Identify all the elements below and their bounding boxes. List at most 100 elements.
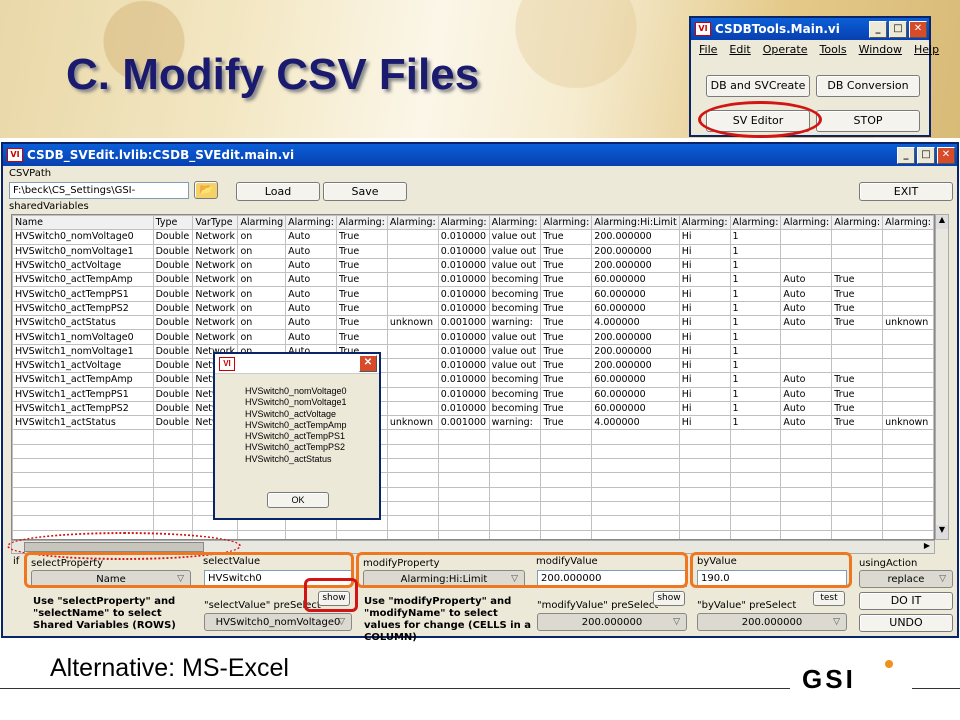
table-cell[interactable]: True xyxy=(336,272,388,288)
table-cell[interactable]: Auto xyxy=(285,329,337,345)
table-cell[interactable]: True xyxy=(540,357,593,374)
table-cell[interactable]: Auto xyxy=(285,300,337,317)
table-cell[interactable] xyxy=(12,515,154,531)
table-cell[interactable] xyxy=(488,443,542,460)
table-cell[interactable]: 4.000000 xyxy=(591,415,680,431)
close-icon[interactable]: ✕ xyxy=(937,146,955,164)
table-cell[interactable]: becoming xyxy=(488,300,542,317)
using-action-ring[interactable]: replace ▽ xyxy=(859,570,953,588)
table-cell[interactable] xyxy=(591,515,680,531)
table-cell[interactable] xyxy=(831,486,884,502)
table-cell[interactable]: 0.010000 xyxy=(437,400,490,417)
table-row[interactable]: HVSwitch1_actTempAmpDoubleNetworkonAutoT… xyxy=(12,372,934,388)
column-header[interactable]: Alarming: xyxy=(729,215,782,231)
table-cell[interactable]: Hi xyxy=(678,415,731,431)
table-cell[interactable] xyxy=(678,529,731,539)
table-cell[interactable]: 200.000000 xyxy=(591,243,680,259)
table-cell[interactable] xyxy=(831,243,884,259)
minimize-icon[interactable]: _ xyxy=(897,146,915,164)
menu-window[interactable]: Window xyxy=(859,43,902,56)
table-cell[interactable]: 1 xyxy=(729,343,782,359)
db-svcreate-button[interactable]: DB and SVCreate xyxy=(706,75,810,97)
maximize-icon[interactable]: □ xyxy=(889,20,907,38)
table-cell[interactable]: Auto xyxy=(285,243,337,259)
table-cell[interactable]: Auto xyxy=(285,229,337,245)
table-row[interactable] xyxy=(12,443,934,460)
table-cell[interactable] xyxy=(831,500,884,517)
table-cell[interactable] xyxy=(386,286,439,302)
table-cell[interactable] xyxy=(882,286,934,302)
table-cell[interactable]: warning: xyxy=(488,315,542,331)
table-cell[interactable]: unknown xyxy=(882,415,934,431)
table-cell[interactable] xyxy=(386,343,439,359)
table-cell[interactable] xyxy=(386,243,439,259)
table-cell[interactable]: on xyxy=(237,257,287,274)
column-header[interactable]: Type xyxy=(152,215,194,231)
save-button[interactable]: Save xyxy=(323,182,407,201)
table-cell[interactable]: Hi xyxy=(678,329,731,345)
table-cell[interactable] xyxy=(437,429,490,445)
table-cell[interactable] xyxy=(780,243,833,259)
table-row[interactable]: HVSwitch0_actVoltage Double Network on Auto T… xyxy=(12,257,934,274)
browse-folder-icon[interactable]: 📂 xyxy=(194,181,218,199)
table-cell[interactable] xyxy=(882,529,934,539)
table-cell[interactable] xyxy=(882,300,934,317)
table-cell[interactable]: True xyxy=(540,286,593,302)
column-header[interactable]: VarType xyxy=(192,215,239,231)
table-cell[interactable]: HVSwitch1_nomVoltage1 xyxy=(12,343,154,359)
table-cell[interactable] xyxy=(780,486,833,502)
table-cell[interactable]: HVSwitch0_actTempPS1 xyxy=(12,286,154,302)
table-cell[interactable] xyxy=(386,300,439,317)
table-cell[interactable] xyxy=(882,486,934,502)
table-cell[interactable]: warning: xyxy=(488,415,542,431)
table-row[interactable]: HVSwitch1_actTempPS2DoubleNetworkonAutoT… xyxy=(12,400,934,417)
table-cell[interactable]: Hi xyxy=(678,286,731,302)
table-cell[interactable]: 200.000000 xyxy=(591,257,680,274)
table-cell[interactable] xyxy=(780,515,833,531)
table-row[interactable]: HVSwitch0_nomVoltage0 Double Network on Auto… xyxy=(12,229,934,245)
table-cell[interactable] xyxy=(540,500,593,517)
table-cell[interactable]: Network xyxy=(192,243,239,259)
table-cell[interactable] xyxy=(780,458,833,474)
table-cell[interactable]: True xyxy=(831,315,884,331)
table-cell[interactable] xyxy=(780,500,833,517)
table-cell[interactable] xyxy=(591,529,680,539)
table-cell[interactable]: Network xyxy=(192,315,239,331)
modify-show-button[interactable]: show xyxy=(653,591,685,606)
table-cell[interactable]: Hi xyxy=(678,400,731,417)
table-cell[interactable]: 1 xyxy=(729,257,782,274)
table-cell[interactable]: True xyxy=(831,400,884,417)
table-cell[interactable] xyxy=(12,472,154,488)
table-cell[interactable]: True xyxy=(540,257,593,274)
table-cell[interactable]: Double xyxy=(152,386,194,402)
table-cell[interactable]: True xyxy=(831,286,884,302)
table-cell[interactable]: Hi xyxy=(678,229,731,245)
exit-button[interactable]: EXIT xyxy=(859,182,953,201)
table-cell[interactable]: 0.010000 xyxy=(437,300,490,317)
table-cell[interactable]: 200.000000 xyxy=(591,329,680,345)
table-cell[interactable] xyxy=(488,458,542,474)
table-cell[interactable]: unknown xyxy=(882,315,934,331)
table-cell[interactable] xyxy=(831,472,884,488)
table-cell[interactable] xyxy=(386,357,439,374)
table-cell[interactable] xyxy=(729,429,782,445)
table-cell[interactable]: Double xyxy=(152,229,194,245)
table-cell[interactable] xyxy=(729,486,782,502)
table-cell[interactable] xyxy=(488,472,542,488)
table-cell[interactable]: 1 xyxy=(729,243,782,259)
table-cell[interactable] xyxy=(780,329,833,345)
table-cell[interactable]: 60.000000 xyxy=(591,300,680,317)
table-cell[interactable]: value out xyxy=(488,357,542,374)
ok-button[interactable]: OK xyxy=(267,492,329,508)
menu-file[interactable]: File xyxy=(699,43,717,56)
table-cell[interactable]: HVSwitch0_actTempAmp xyxy=(12,272,154,288)
table-cell[interactable]: Network xyxy=(192,329,239,345)
table-cell[interactable]: Auto xyxy=(780,272,833,288)
table-cell[interactable]: Double xyxy=(152,372,194,388)
load-button[interactable]: Load xyxy=(236,182,320,201)
table-cell[interactable] xyxy=(780,429,833,445)
menu-operate[interactable]: Operate xyxy=(763,43,808,56)
table-cell[interactable]: on xyxy=(237,243,287,259)
table-cell[interactable]: True xyxy=(831,386,884,402)
table-cell[interactable]: True xyxy=(336,257,388,274)
